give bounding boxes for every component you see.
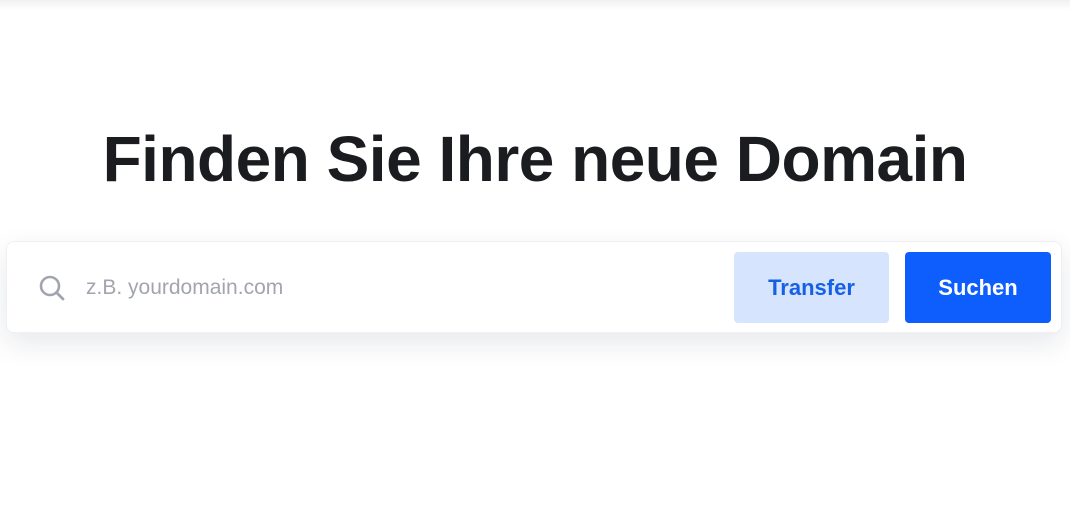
page-title: Finden Sie Ihre neue Domain [102,123,968,195]
domain-search-bar: Transfer Suchen [6,241,1062,333]
transfer-button[interactable]: Transfer [734,252,889,323]
search-button[interactable]: Suchen [905,252,1051,323]
page: Finden Sie Ihre neue Domain Transfer Suc… [0,0,1070,517]
search-icon [38,274,66,302]
header-shadow [0,0,1070,10]
domain-search-input[interactable] [86,268,716,308]
